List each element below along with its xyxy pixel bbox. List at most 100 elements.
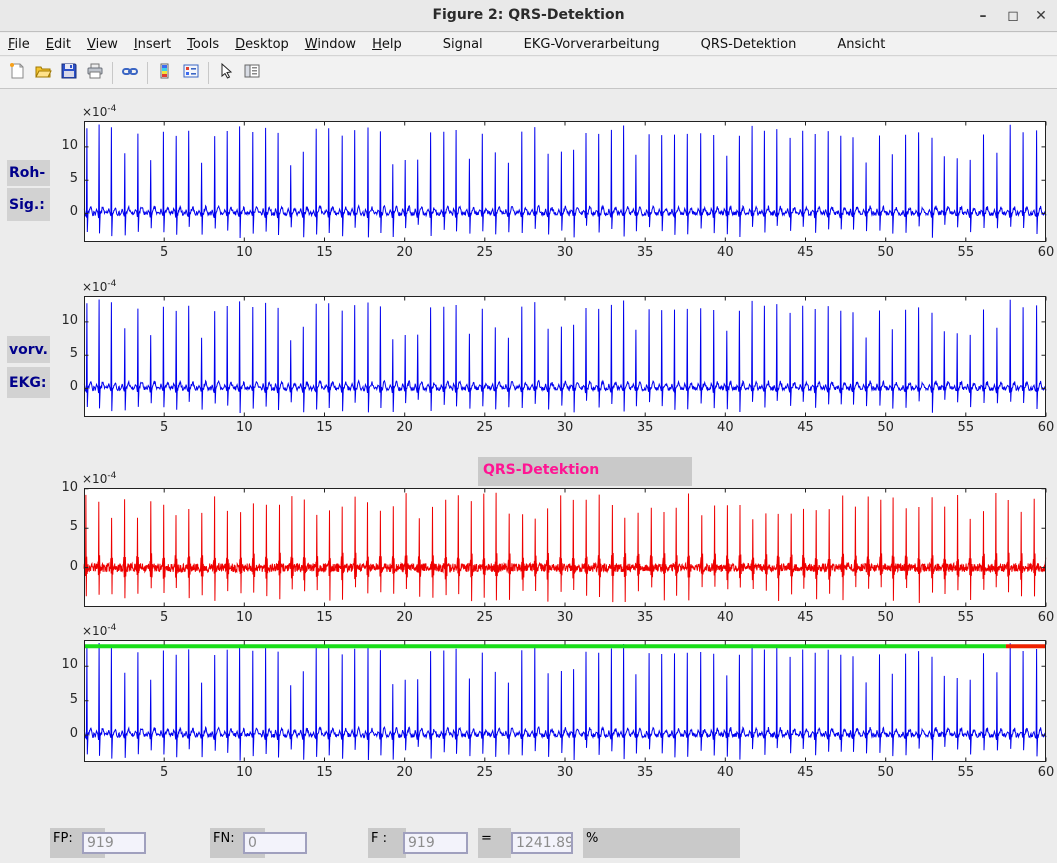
f-value-field[interactable] [403,832,468,854]
x-tick-label: 45 [784,245,828,260]
plot-area[interactable] [84,121,1046,242]
equals-label: = [481,831,492,846]
axis-ticks [85,489,1047,607]
axis-ticks [85,297,1047,417]
f-measure-value-field[interactable] [511,832,573,854]
maximize-button[interactable]: ◻ [1001,5,1025,27]
x-tick-label: 50 [864,765,908,780]
fn-value-field[interactable] [243,832,307,854]
menu-desktop[interactable]: Desktop [227,35,297,54]
x-tick-label: 50 [864,245,908,260]
x-tick-label: 50 [864,420,908,435]
figure-canvas: Roh- Sig.: vorv. EKG: 510152025303540455… [0,90,1057,863]
x-tick-label: 45 [784,610,828,625]
x-tick-label: 55 [944,420,988,435]
menu-insert[interactable]: Insert [126,35,179,54]
x-tick-label: 50 [864,610,908,625]
y-tick-label: 10 [42,657,78,672]
x-tick-label: 35 [623,765,667,780]
menu-edit[interactable]: Edit [38,35,79,54]
axes-box [85,489,1046,607]
link-plot-icon [121,62,139,84]
x-tick-label: 25 [463,765,507,780]
x-tick-label: 20 [383,765,427,780]
x-tick-label: 20 [383,610,427,625]
x-tick-label: 20 [383,420,427,435]
x-tick-label: 15 [303,765,347,780]
link-plot-button[interactable] [117,60,143,86]
x-tick-label: 35 [623,245,667,260]
menu-file[interactable]: File [0,35,38,54]
menu-help[interactable]: Help [364,35,410,54]
x-tick-label: 45 [784,420,828,435]
edit-plot-icon [217,62,235,84]
x-tick-label: 30 [543,245,587,260]
matlab-figure-window: Figure 2: QRS-Detektion – ◻ ✕ FileEditVi… [0,0,1057,863]
y-tick-label: 0 [42,726,78,741]
menu-window[interactable]: Window [297,35,364,54]
insert-colorbar-button[interactable] [152,60,178,86]
open-file-button[interactable] [30,60,56,86]
fp-value-field[interactable] [82,832,146,854]
x-tick-label: 60 [1024,610,1057,625]
plot-area[interactable] [84,488,1046,607]
signal-trace [84,493,1046,603]
property-editor-button[interactable] [239,60,265,86]
minimize-button[interactable]: – [971,5,995,27]
x-tick-label: 5 [142,610,186,625]
f-label-box: F : [368,828,406,858]
y-tick-label: 0 [42,379,78,394]
print-figure-button[interactable] [82,60,108,86]
fp-label: FP: [53,831,73,846]
axes-box [85,641,1046,762]
x-tick-label: 30 [543,765,587,780]
menu-tools[interactable]: Tools [179,35,227,54]
y-axis-exponent-label: ×10-4 [82,623,116,638]
insert-legend-icon [182,62,200,84]
toolbar-separator [112,62,113,84]
new-figure-icon [8,62,26,84]
x-tick-label: 55 [944,245,988,260]
menu-ansicht[interactable]: Ansicht [829,35,893,54]
x-tick-label: 25 [463,245,507,260]
x-tick-label: 30 [543,420,587,435]
menu-qrs-detektion[interactable]: QRS-Detektion [693,35,805,54]
menu-signal[interactable]: Signal [435,35,491,54]
axes-box [85,122,1046,242]
y-tick-label: 0 [42,204,78,219]
menu-bar: FileEditViewInsertToolsDesktopWindowHelp… [0,33,1057,56]
signal-trace [84,643,1046,761]
titlebar[interactable]: Figure 2: QRS-Detektion – ◻ ✕ [0,0,1057,32]
qrs-detektion-title-box: QRS-Detektion [478,457,692,486]
x-tick-label: 5 [142,245,186,260]
axis-ticks [85,641,1047,762]
axes-qrs-detection[interactable]: 510152025303540455055600510×10-4 [84,488,1046,607]
plot-area[interactable] [84,296,1046,417]
menu-view[interactable]: View [79,35,126,54]
x-tick-label: 25 [463,420,507,435]
toolbar-separator [147,62,148,84]
plot-area[interactable] [84,640,1046,762]
window-title: Figure 2: QRS-Detektion [0,7,1057,23]
x-tick-label: 60 [1024,765,1057,780]
axes-box [85,297,1046,417]
y-axis-exponent-label: ×10-4 [82,104,116,119]
x-tick-label: 5 [142,765,186,780]
y-tick-label: 5 [42,692,78,707]
menu-ekg-vorverarbeitung[interactable]: EKG-Vorverarbeitung [516,35,668,54]
x-tick-label: 40 [703,765,747,780]
toolbar-separator [208,62,209,84]
new-figure-button[interactable] [4,60,30,86]
x-tick-label: 55 [944,610,988,625]
axes-detection-result[interactable]: 510152025303540455055600510×10-4 [84,640,1046,762]
insert-legend-button[interactable] [178,60,204,86]
property-editor-icon [243,62,261,84]
percent-label-box: % [583,828,740,858]
close-button[interactable]: ✕ [1029,5,1053,27]
y-tick-label: 0 [42,559,78,574]
signal-trace [84,125,1046,239]
save-figure-button[interactable] [56,60,82,86]
edit-plot-button[interactable] [213,60,239,86]
axes-preprocessed-ekg[interactable]: 510152025303540455055600510×10-4 [84,296,1046,417]
axes-raw-signal[interactable]: 510152025303540455055600510×10-4 [84,121,1046,242]
